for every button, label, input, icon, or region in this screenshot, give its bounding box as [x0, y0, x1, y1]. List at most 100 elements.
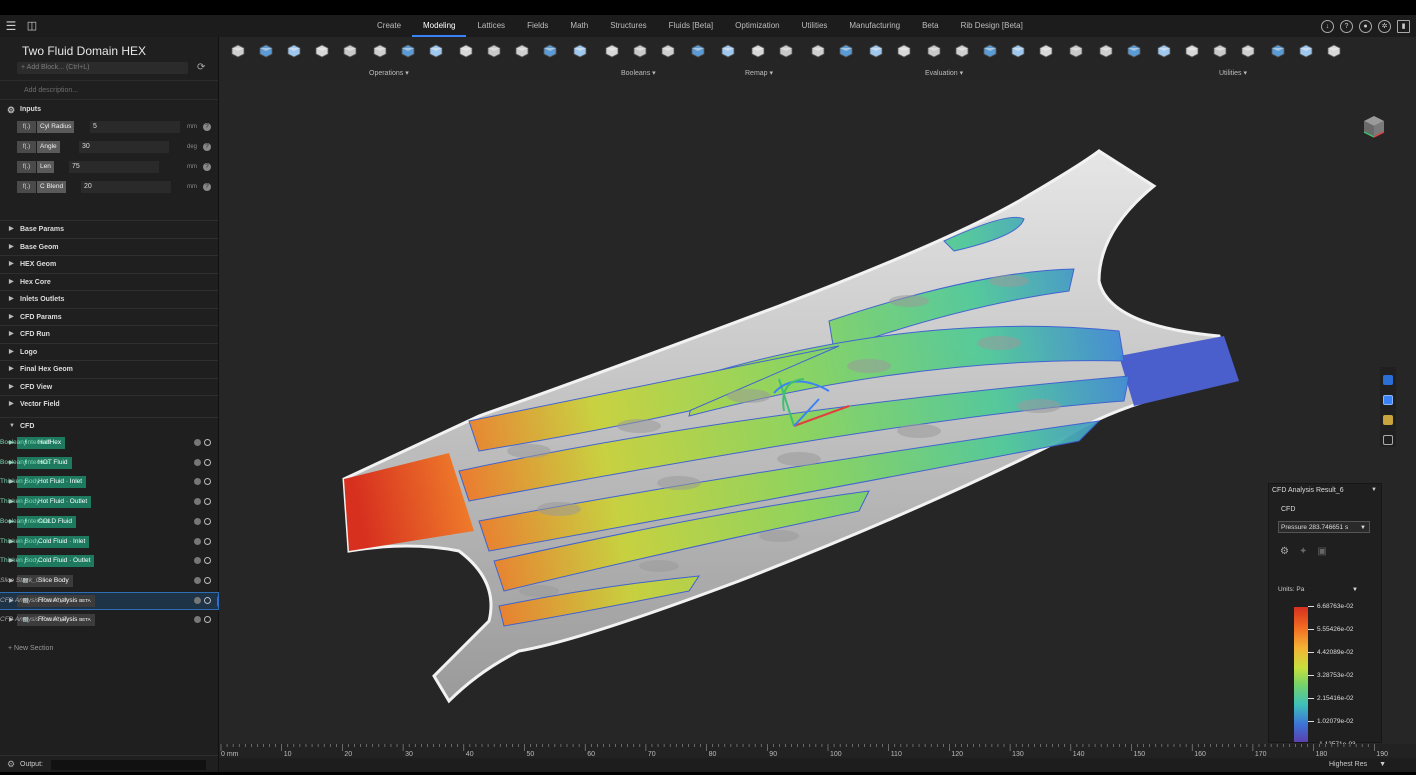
cfd-node[interactable]: ▶ ▤ Flow Analysis BETA CFD Analysis Result_…	[0, 612, 218, 628]
visibility-icon[interactable]	[194, 517, 201, 525]
input-value-field[interactable]: 20	[81, 181, 171, 193]
section-hex-geom[interactable]: ▶ HEX Geom	[0, 255, 218, 273]
remap-b-icon[interactable]	[749, 42, 767, 60]
toolbar-group-utilities[interactable]: Utilities ▾	[1219, 69, 1247, 77]
download-icon[interactable]: ↓	[1321, 19, 1334, 33]
cfd-node[interactable]: ▶ ƒ Cold Fluid · Outlet Thicken Body	[0, 553, 218, 569]
inputs-header[interactable]: ⚙ Inputs	[0, 103, 218, 117]
tab-fields[interactable]: Fields	[516, 15, 559, 37]
type-dropdown[interactable]: f(.)	[17, 161, 36, 173]
section-base-params[interactable]: ▶ Base Params	[0, 220, 218, 238]
toggle-dot-icon[interactable]	[204, 517, 211, 525]
split-icon[interactable]	[399, 42, 417, 60]
box-view-icon[interactable]	[1383, 415, 1393, 425]
remap-a-icon[interactable]	[719, 42, 737, 60]
input-value-field[interactable]: 5	[90, 121, 180, 133]
cfd-node[interactable]: ▶ ▤ Flow Analysis BETA CFD Analysis Result_…	[0, 591, 228, 610]
visibility-icon[interactable]	[194, 478, 201, 486]
integral-icon[interactable]	[925, 42, 943, 60]
offset-icon[interactable]	[257, 42, 275, 60]
cfd-node[interactable]: ▶ ƒ HalfHex Boolean Intersect	[0, 435, 218, 451]
add-block-input[interactable]: + Add Block... (Ctrl+L)	[17, 62, 188, 74]
refresh-icon[interactable]: ⟳	[197, 62, 205, 73]
help-icon[interactable]: ?	[203, 123, 211, 131]
toggle-dot-icon[interactable]	[204, 537, 211, 545]
connect-b-icon[interactable]	[1125, 42, 1143, 60]
surface-icon[interactable]	[1037, 42, 1055, 60]
help-icon[interactable]: ?	[203, 143, 211, 151]
3d-viewport[interactable]	[219, 81, 1416, 744]
gradient-icon[interactable]	[953, 42, 971, 60]
tab-utilities[interactable]: Utilities	[791, 15, 839, 37]
add-description-field[interactable]: Add description...	[0, 80, 218, 100]
document-title[interactable]: Two Fluid Domain HEX	[22, 44, 146, 58]
section-base-geom[interactable]: ▶ Base Geom	[0, 237, 218, 256]
thicken-icon[interactable]	[371, 42, 389, 60]
cfd-result-title[interactable]: CFD Analysis Result_6	[1272, 487, 1344, 494]
right-panel-toggle-icon[interactable]: ▮	[1397, 19, 1410, 33]
visibility-icon[interactable]	[194, 537, 201, 545]
probe-icon[interactable]	[1067, 42, 1085, 60]
visibility-icon[interactable]	[194, 458, 201, 466]
pin-icon[interactable]: ✦	[1299, 546, 1307, 557]
volume-icon[interactable]	[837, 42, 855, 60]
visibility-icon[interactable]	[194, 557, 201, 565]
type-dropdown[interactable]: f(.)	[17, 141, 36, 153]
tab-fluids-beta[interactable]: Fluids [Beta]	[658, 15, 724, 37]
help-icon[interactable]: ?	[203, 183, 211, 191]
toggle-dot-icon[interactable]	[204, 478, 211, 486]
section-vector-field[interactable]: ▶ Vector Field	[0, 395, 218, 413]
gear-icon[interactable]: ⚙	[1280, 546, 1289, 557]
hamburger-menu-icon[interactable]: ☰	[4, 19, 18, 33]
resolution-select[interactable]: Highest Res ▼	[1329, 758, 1386, 772]
cfd-node[interactable]: ▶ ƒ Hot Fluid · Inlet Thicken Body	[0, 474, 218, 490]
toggle-dot-icon[interactable]	[204, 439, 211, 446]
new-section-button[interactable]: + New Section	[8, 645, 53, 652]
tab-structures[interactable]: Structures	[599, 15, 657, 37]
tab-math[interactable]: Math	[559, 15, 599, 37]
shell-icon[interactable]	[285, 42, 303, 60]
connect-c-icon[interactable]	[1155, 42, 1173, 60]
field-eval-icon[interactable]	[895, 42, 913, 60]
panel-toggle-icon[interactable]: ◫	[25, 19, 39, 33]
chevron-down-icon[interactable]: ▼	[1371, 487, 1377, 493]
tab-modeling[interactable]: Modeling	[412, 15, 467, 37]
chamfer-icon[interactable]	[341, 42, 359, 60]
toggle-dot-icon[interactable]	[204, 596, 211, 604]
grid-icon[interactable]	[485, 42, 503, 60]
heat-exchanger-render[interactable]	[219, 81, 1416, 744]
toolbar-group-booleans[interactable]: Booleans ▾	[621, 69, 656, 77]
output-field[interactable]	[51, 760, 206, 770]
account-icon[interactable]: ●	[1359, 19, 1372, 33]
cube-b-icon[interactable]	[1211, 42, 1229, 60]
ruler-icon[interactable]	[1383, 435, 1393, 445]
measure-icon[interactable]	[809, 42, 827, 60]
tab-manufacturing[interactable]: Manufacturing	[838, 15, 911, 37]
section-inlets-outlets[interactable]: ▶ Inlets Outlets	[0, 290, 218, 308]
union-icon[interactable]	[571, 42, 589, 60]
section-cfd[interactable]: ▼ CFD	[0, 417, 218, 435]
cfd-node[interactable]: ▶ ƒ COLD Fluid Boolean Intersect	[0, 514, 218, 530]
smooth-subtract-icon[interactable]	[689, 42, 707, 60]
field-select[interactable]: Pressure 283.746651 s ▼	[1278, 521, 1370, 533]
type-dropdown[interactable]: f(.)	[17, 181, 36, 193]
section-cfd-run[interactable]: ▶ CFD Run	[0, 325, 218, 343]
section-logo[interactable]: ▶ Logo	[0, 342, 218, 361]
section-final-hex-geom[interactable]: ▶ Final Hex Geom	[0, 360, 218, 378]
intersect-icon[interactable]	[631, 42, 649, 60]
smooth-union-icon[interactable]	[659, 42, 677, 60]
forward-icon[interactable]	[1325, 42, 1343, 60]
toolbar-group-evaluation[interactable]: Evaluation ▾	[925, 69, 963, 77]
remap-c-icon[interactable]	[777, 42, 795, 60]
tab-rib-design-beta[interactable]: Rib Design [Beta]	[950, 15, 1034, 37]
cfd-node[interactable]: ▶ ƒ Hot Fluid · Outlet Thicken Body	[0, 494, 218, 510]
visibility-icon[interactable]	[194, 616, 201, 624]
point-icon[interactable]	[981, 42, 999, 60]
grid-eval-icon[interactable]	[867, 42, 885, 60]
toggle-dot-icon[interactable]	[204, 616, 211, 624]
mesh-icon[interactable]	[1009, 42, 1027, 60]
tab-create[interactable]: Create	[366, 15, 412, 37]
bodies-icon[interactable]	[457, 42, 475, 60]
cube-a-icon[interactable]	[1183, 42, 1201, 60]
visibility-icon[interactable]	[194, 439, 201, 446]
